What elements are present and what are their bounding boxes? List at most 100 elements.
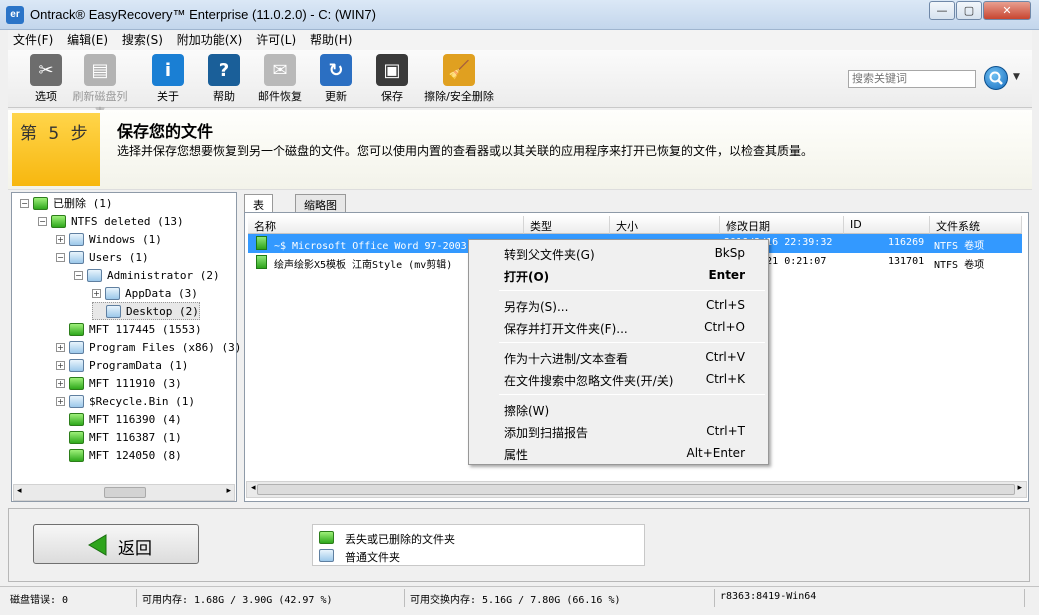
column-filesystem[interactable]: 文件系统 (930, 216, 1022, 234)
menu-help[interactable]: 帮助(H) (305, 30, 357, 50)
tree-item[interactable]: + Windows (1) (56, 230, 162, 248)
file-icon (256, 236, 267, 250)
folder-icon (69, 250, 84, 264)
toolbar-button-help-book[interactable]: ? 帮助 (194, 54, 254, 104)
minimize-button[interactable]: — (929, 1, 955, 20)
deleted-folder-icon (33, 196, 48, 210)
column-id[interactable]: ID (844, 216, 930, 234)
tree-item-label: Windows (1) (89, 232, 162, 246)
status-bar: 磁盘错误: 0 可用内存: 1.68G / 3.90G (42.97 %) 可用… (0, 586, 1039, 608)
expand-icon[interactable]: + (56, 360, 65, 370)
info-icon: i (152, 54, 184, 86)
tree-item[interactable]: MFT 116387 (1) (56, 428, 182, 446)
scroll-right-icon[interactable]: ▸ (226, 486, 231, 496)
context-menu-item[interactable]: 添加到扫描报告 Ctrl+T (470, 422, 767, 442)
collapse-icon[interactable]: − (38, 216, 47, 226)
collapse-icon[interactable]: − (74, 270, 83, 280)
deleted-folder-icon (69, 376, 84, 390)
tree-item[interactable]: − Administrator (2) (74, 266, 220, 284)
column-size[interactable]: 大小 (610, 216, 720, 234)
menu-license[interactable]: 许可(L) (251, 30, 301, 50)
cell-name: ~$ Microsoft Office Word 97-2003 文档 (274, 241, 493, 252)
tree-item-label: 已删除 (1) (53, 197, 113, 210)
context-menu-item[interactable]: 作为十六进制/文本查看 Ctrl+V (470, 348, 767, 368)
tree-item-label: $Recycle.Bin (1) (89, 394, 195, 408)
tree-item[interactable]: MFT 116390 (4) (56, 410, 182, 428)
toolbar-button-info[interactable]: i 关于 (138, 54, 198, 104)
context-menu-shortcut: Ctrl+T (706, 424, 745, 438)
tree-item[interactable]: MFT 117445 (1553) (56, 320, 202, 338)
deleted-folder-icon (69, 430, 84, 444)
close-button[interactable]: ✕ (983, 1, 1031, 20)
toolbar-button-tools[interactable]: ✂ 选项 (16, 54, 76, 104)
cell-name: 绘声绘影X5模板 江南Style (mv剪辑) (274, 260, 453, 271)
tab-thumbnails[interactable]: 缩略图 (295, 194, 346, 213)
menu-search[interactable]: 搜索(S) (117, 30, 168, 50)
context-menu-item[interactable]: 打开(O) Enter (470, 266, 767, 286)
collapse-icon[interactable]: − (20, 198, 29, 208)
tree-item[interactable]: Desktop (2) (92, 302, 200, 320)
toolbar-button-broom[interactable]: 🧹 擦除/安全删除 (414, 54, 504, 104)
expand-icon[interactable]: + (56, 396, 65, 406)
menu-edit[interactable]: 编辑(E) (62, 30, 113, 50)
context-menu-label: 打开(O) (504, 270, 550, 284)
scroll-left-icon[interactable]: ◂ (251, 483, 256, 493)
context-menu-shortcut: Ctrl+S (705, 298, 745, 312)
tree-item[interactable]: + Program Files (x86) (3) (56, 338, 241, 356)
column-type[interactable]: 类型 (524, 216, 610, 234)
column-name[interactable]: 名称 (248, 216, 524, 234)
tree-item-label: AppData (3) (125, 286, 198, 300)
tree-item[interactable]: + $Recycle.Bin (1) (56, 392, 195, 410)
scroll-right-icon[interactable]: ▸ (1017, 483, 1022, 493)
tree-horizontal-scrollbar[interactable]: ◂ ▸ (13, 484, 235, 501)
tree-item-label: MFT 116390 (4) (89, 412, 182, 426)
toolbar-label: 邮件恢复 (258, 90, 302, 103)
folder-icon (87, 268, 102, 282)
tree-item[interactable]: − Users (1) (56, 248, 149, 266)
back-button-label: 返回 (118, 539, 152, 559)
tree-item[interactable]: − NTFS deleted (13) (38, 212, 184, 230)
context-menu-shortcut: Alt+Enter (686, 446, 745, 460)
search-button[interactable] (984, 66, 1008, 90)
context-menu-item[interactable]: 转到父文件夹(G) BkSp (470, 244, 767, 264)
tree-item-label: Users (1) (89, 250, 149, 264)
expand-icon[interactable]: + (56, 234, 65, 244)
folder-icon (69, 394, 84, 408)
step-title: 保存您的文件 (117, 122, 214, 141)
scroll-left-icon[interactable]: ◂ (17, 486, 22, 496)
list-horizontal-scrollbar[interactable]: ◂ ▸ (246, 481, 1027, 498)
tree-item[interactable]: + AppData (3) (92, 284, 198, 302)
context-menu-item[interactable]: 保存并打开文件夹(F)... Ctrl+O (470, 318, 767, 338)
back-button[interactable]: 返回 (33, 524, 199, 564)
scroll-thumb[interactable] (257, 484, 1015, 495)
save-icon: ▣ (376, 54, 408, 86)
maximize-button[interactable]: ▢ (956, 1, 982, 20)
scroll-thumb[interactable] (104, 487, 146, 498)
status-ram: 可用内存: 1.68G / 3.90G (42.97 %) (142, 595, 333, 606)
menu-file[interactable]: 文件(F) (8, 30, 58, 50)
toolbar-button-mail[interactable]: ✉ 邮件恢复 (250, 54, 310, 104)
broom-icon: 🧹 (443, 54, 475, 86)
context-menu-item[interactable]: 属性 Alt+Enter (470, 444, 767, 464)
tree-item[interactable]: + MFT 111910 (3) (56, 374, 182, 392)
search-input[interactable] (848, 70, 976, 88)
context-menu-item[interactable]: 擦除(W) (470, 400, 767, 420)
tree-item[interactable]: − 已删除 (1) (20, 194, 113, 212)
tab-table[interactable]: 表 (244, 194, 273, 214)
context-menu-label: 擦除(W) (504, 404, 550, 418)
menu-extras[interactable]: 附加功能(X) (172, 30, 248, 50)
expand-icon[interactable]: + (56, 378, 65, 388)
toolbar-button-save[interactable]: ▣ 保存 (362, 54, 422, 104)
context-menu-item[interactable]: 另存为(S)... Ctrl+S (470, 296, 767, 316)
tree-item[interactable]: MFT 124050 (8) (56, 446, 182, 464)
column-modified[interactable]: 修改日期 (720, 216, 844, 234)
status-build: r8363:8419-Win64 (720, 591, 817, 602)
search-dropdown-icon[interactable]: ▼ (1013, 72, 1020, 82)
tree-item[interactable]: + ProgramData (1) (56, 356, 188, 374)
expand-icon[interactable]: + (56, 342, 65, 352)
window-title: Ontrack® EasyRecovery™ Enterprise (11.0.… (30, 7, 376, 22)
collapse-icon[interactable]: − (56, 252, 65, 262)
context-menu-item[interactable]: 在文件搜索中忽略文件夹(开/关) Ctrl+K (470, 370, 767, 390)
toolbar-button-update[interactable]: ↻ 更新 (306, 54, 366, 104)
expand-icon[interactable]: + (92, 288, 101, 298)
